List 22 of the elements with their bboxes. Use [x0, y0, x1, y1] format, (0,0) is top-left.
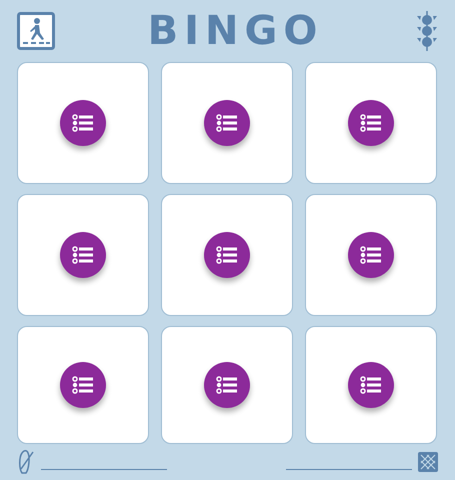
list-button[interactable]: [60, 362, 106, 408]
list-button[interactable]: [60, 100, 106, 146]
list-button[interactable]: [60, 232, 106, 278]
list-icon: [360, 114, 382, 132]
list-icon: [360, 376, 382, 394]
grid-pattern-icon[interactable]: [418, 452, 438, 472]
list-icon: [360, 246, 382, 264]
pedestrian-crossing-icon[interactable]: [17, 12, 55, 50]
list-button[interactable]: [348, 232, 394, 278]
list-icon: [72, 376, 94, 394]
list-button[interactable]: [204, 100, 250, 146]
list-icon: [216, 246, 238, 264]
list-icon: [216, 376, 238, 394]
list-button[interactable]: [348, 100, 394, 146]
list-icon: [72, 246, 94, 264]
list-button[interactable]: [204, 232, 250, 278]
list-button[interactable]: [348, 362, 394, 408]
traffic-light-icon[interactable]: [416, 10, 438, 52]
list-icon: [72, 114, 94, 132]
list-button[interactable]: [204, 362, 250, 408]
list-icon: [216, 114, 238, 132]
app-title: BINGO: [148, 8, 324, 54]
